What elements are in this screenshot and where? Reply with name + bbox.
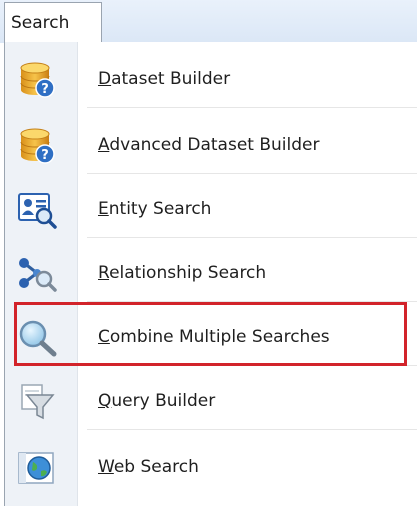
menu-item-label: Web Search [98, 457, 199, 477]
search-dropdown-menu: ? Dataset Builder ? Advanced Dataset Bui… [4, 42, 417, 506]
screenshot-root: Search ? Dataset Builder ? Advanced Data… [0, 0, 417, 506]
menu-item-label: Dataset Builder [98, 69, 231, 89]
menu-item-dataset-builder[interactable]: ? Dataset Builder [5, 50, 417, 108]
menu-item-entity-search[interactable]: Entity Search [5, 180, 417, 238]
menu-item-web-search[interactable]: Web Search [5, 438, 417, 496]
search-menu-tab-label: Search [11, 13, 70, 33]
menu-item-label: Relationship Search [98, 263, 267, 283]
menu-bar: Search [0, 0, 417, 43]
menu-item-label: Entity Search [98, 199, 212, 219]
svg-text:?: ? [41, 82, 49, 97]
database-help-icon: ? [20, 128, 55, 164]
globe-window-icon [18, 452, 54, 484]
highlight-box [14, 302, 407, 366]
menu-item-label: Query Builder [98, 391, 216, 411]
menu-separator [87, 237, 417, 238]
menu-item-advanced-dataset-builder[interactable]: ? Advanced Dataset Builder [5, 116, 417, 174]
menu-item-relationship-search[interactable]: Relationship Search [5, 244, 417, 302]
menu-item-query-builder[interactable]: Query Builder [5, 372, 417, 430]
menu-item-label: Advanced Dataset Builder [98, 135, 320, 155]
menu-separator [87, 107, 417, 108]
search-menu-tab[interactable]: Search [4, 2, 102, 43]
database-help-icon: ? [20, 62, 55, 98]
svg-text:?: ? [41, 148, 49, 163]
menu-separator [87, 173, 417, 174]
menu-separator [87, 429, 417, 430]
relationship-nodes-search-icon [19, 258, 57, 292]
funnel-document-icon [21, 384, 55, 420]
entity-card-search-icon [18, 193, 57, 229]
